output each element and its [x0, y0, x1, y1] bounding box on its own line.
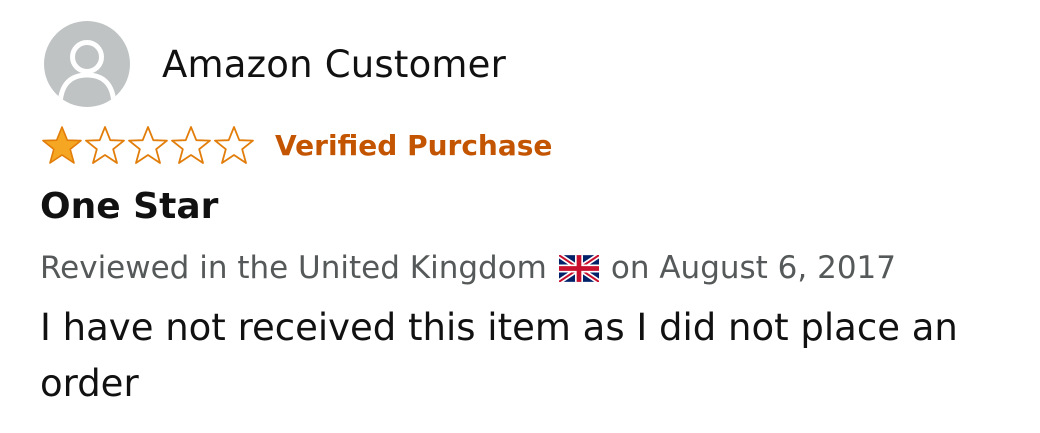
default-user-icon — [57, 40, 117, 107]
uk-flag-icon — [558, 254, 599, 282]
rating-row: Verified Purchase — [40, 125, 552, 165]
reviewer-name[interactable]: Amazon Customer — [162, 43, 506, 86]
review-body-text: I have not received this item as I did n… — [40, 306, 958, 405]
star-rating[interactable] — [40, 125, 255, 165]
empty-star-icon — [85, 126, 125, 164]
reviewer-profile[interactable]: Amazon Customer — [44, 21, 506, 107]
avatar[interactable] — [44, 21, 130, 107]
review-date: on August 6, 2017 — [610, 250, 897, 286]
empty-star-icon — [171, 126, 211, 164]
customer-review: Amazon Customer Verified Purchase One St… — [0, 0, 1040, 433]
verified-purchase-badge: Verified Purchase — [275, 128, 553, 162]
empty-star-icon — [214, 126, 254, 164]
filled-star-icon — [42, 126, 82, 164]
review-title[interactable]: One Star — [40, 186, 218, 227]
review-date-line: Reviewed in the United Kingdom on August… — [40, 250, 896, 286]
review-location: Reviewed in the United Kingdom — [40, 250, 547, 286]
empty-star-icon — [128, 126, 168, 164]
